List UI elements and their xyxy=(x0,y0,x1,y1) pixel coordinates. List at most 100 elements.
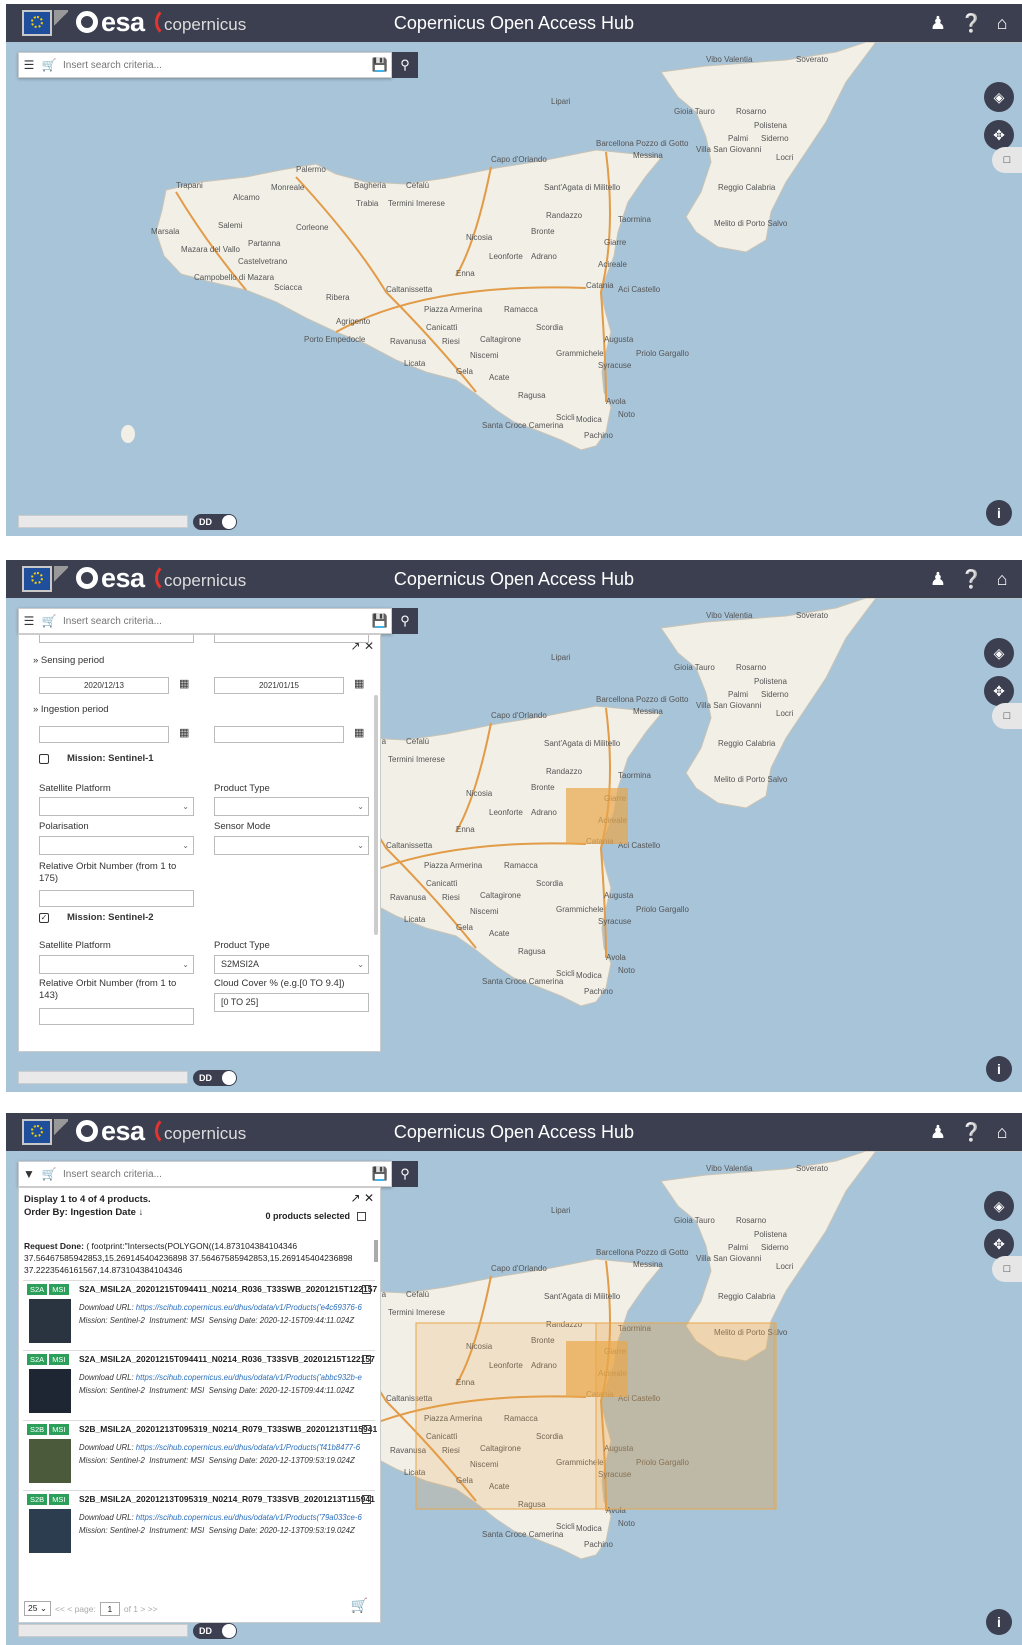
request-scrollbar[interactable] xyxy=(374,1240,378,1262)
help-icon[interactable]: ❔ xyxy=(960,13,982,33)
search-icon: ⚲ xyxy=(400,1166,410,1181)
info-button[interactable]: i xyxy=(986,1609,1012,1635)
result-item[interactable]: S2B MSI S2B_MSIL2A_20201213T095319_N0214_R… xyxy=(23,1490,375,1558)
product-name[interactable]: S2A_MSIL2A_20201215T094411_N0214_R036_T3… xyxy=(79,1354,375,1364)
relative-orbit-s2-field[interactable] xyxy=(39,1008,194,1025)
extent-button[interactable]: □ xyxy=(992,147,1022,173)
page-input[interactable]: 1 xyxy=(99,1601,120,1616)
dd-toggle[interactable]: DD xyxy=(193,1623,237,1639)
calendar-icon[interactable]: ▦ xyxy=(354,726,364,739)
pager-next[interactable]: of 1 > >> xyxy=(124,1604,158,1614)
ingestion-to-field[interactable] xyxy=(214,726,344,743)
dd-toggle[interactable]: DD xyxy=(193,514,237,530)
mission-sentinel2-checkbox[interactable]: ✓ xyxy=(39,913,49,923)
pan-button[interactable]: ✥ xyxy=(984,676,1014,706)
extent-button[interactable]: □ xyxy=(992,703,1022,729)
cart-icon[interactable]: 🛒 xyxy=(39,614,59,628)
search-button[interactable]: ⚲ xyxy=(392,52,418,78)
map-view[interactable]: Vibo Valentia Soverato Lipari Gioia Tauro Ro… xyxy=(6,42,1022,536)
pan-button[interactable]: ✥ xyxy=(984,1229,1014,1259)
search-button[interactable]: ⚲ xyxy=(392,1161,418,1187)
product-thumbnail[interactable] xyxy=(29,1369,71,1413)
calendar-icon[interactable]: ▦ xyxy=(354,677,364,690)
extent-button[interactable]: □ xyxy=(992,1256,1022,1282)
area-of-interest[interactable] xyxy=(566,788,628,844)
product-thumbnail[interactable] xyxy=(29,1439,71,1483)
layers-button[interactable]: ◈ xyxy=(984,1191,1014,1221)
map-place-label: Enna xyxy=(456,825,475,834)
select-all-checkbox[interactable] xyxy=(357,1212,366,1221)
download-url-link[interactable]: https://scihub.copernicus.eu/dhus/odata/… xyxy=(136,1303,362,1312)
info-button[interactable]: i xyxy=(986,500,1012,526)
map-place-label: Reggio Calabria xyxy=(718,739,776,748)
sensor-mode-select[interactable]: ⌄ xyxy=(214,836,369,855)
map-place-label: Licata xyxy=(404,359,426,368)
map-place-label: Termini Imerese xyxy=(388,199,445,208)
user-icon[interactable]: ♟ xyxy=(928,1122,948,1142)
help-icon[interactable]: ❔ xyxy=(960,569,982,589)
polarisation-select[interactable]: ⌄ xyxy=(39,836,194,855)
area-of-interest[interactable] xyxy=(566,1341,628,1397)
sensing-from-field[interactable]: 2020/12/13 xyxy=(39,677,169,694)
cloud-cover-field[interactable]: [0 TO 25] xyxy=(214,993,369,1012)
result-item[interactable]: S2A MSI S2A_MSIL2A_20201215T094411_N0214_R… xyxy=(23,1350,375,1418)
pager-prev[interactable]: << < page: xyxy=(55,1604,96,1614)
panel-scrollbar[interactable] xyxy=(374,695,378,935)
search-button[interactable]: ⚲ xyxy=(392,608,418,634)
calendar-icon[interactable]: ▦ xyxy=(179,726,189,739)
cart-icon[interactable]: 🛒 xyxy=(39,58,59,72)
product-type-select[interactable]: S2MSI2A ⌄ xyxy=(214,955,369,974)
menu-icon[interactable]: ☰ xyxy=(19,58,39,72)
result-item[interactable]: S2A MSI S2A_MSIL2A_20201215T094411_N0214_R… xyxy=(23,1280,377,1348)
filter-icon[interactable]: ▼ xyxy=(19,1167,39,1181)
user-icon[interactable]: ♟ xyxy=(928,13,948,33)
search-input[interactable] xyxy=(59,609,369,633)
product-name[interactable]: S2A_MSIL2A_20201215T094411_N0214_R036_T3… xyxy=(79,1284,377,1294)
sort-down-icon[interactable]: ↓ xyxy=(139,1207,144,1218)
product-name[interactable]: S2B_MSIL2A_20201213T095319_N0214_R079_T3… xyxy=(79,1494,375,1504)
satellite-platform-select[interactable]: ⌄ xyxy=(39,797,194,816)
search-input[interactable] xyxy=(59,53,369,77)
relative-orbit-s1-field[interactable] xyxy=(39,890,194,907)
sensing-to-field[interactable]: 2021/01/15 xyxy=(214,677,344,694)
satellite-platform-select[interactable]: ⌄ xyxy=(39,955,194,974)
product-type-select[interactable]: ⌄ xyxy=(214,797,369,816)
map-canvas[interactable]: Vibo Valentia Soverato Lipari Gioia Tauro Ro… xyxy=(6,42,1022,536)
map-place-label: Siderno xyxy=(761,690,789,699)
item-checkbox[interactable] xyxy=(362,1285,371,1294)
expand-icon[interactable]: ↗ xyxy=(351,1191,361,1205)
product-thumbnail[interactable] xyxy=(29,1509,71,1553)
download-url-link[interactable]: https://scihub.copernicus.eu/dhus/odata/… xyxy=(136,1513,362,1522)
item-checkbox[interactable] xyxy=(362,1495,371,1504)
cart-icon[interactable]: 🛒 xyxy=(39,1167,59,1181)
ingestion-from-field[interactable] xyxy=(39,726,169,743)
close-icon[interactable]: ✕ xyxy=(364,1191,374,1205)
save-icon[interactable]: 💾 xyxy=(369,57,391,73)
chevron-down-icon: ⌄ xyxy=(182,960,189,969)
download-url-link[interactable]: https://scihub.copernicus.eu/dhus/odata/… xyxy=(136,1373,362,1382)
item-checkbox[interactable] xyxy=(362,1425,371,1434)
item-checkbox[interactable] xyxy=(362,1355,371,1364)
info-button[interactable]: i xyxy=(986,1056,1012,1082)
mission-sentinel1-checkbox[interactable] xyxy=(39,754,49,764)
pan-button[interactable]: ✥ xyxy=(984,120,1014,150)
search-input[interactable] xyxy=(59,1162,369,1186)
download-url-link[interactable]: https://scihub.copernicus.eu/dhus/odata/… xyxy=(136,1443,360,1452)
layers-button[interactable]: ◈ xyxy=(984,638,1014,668)
user-icon[interactable]: ♟ xyxy=(928,569,948,589)
product-name[interactable]: S2B_MSIL2A_20201213T095319_N0214_R079_T3… xyxy=(79,1424,377,1434)
result-item[interactable]: S2B MSI S2B_MSIL2A_20201213T095319_N0214_R… xyxy=(23,1420,377,1488)
save-icon[interactable]: 💾 xyxy=(369,1166,391,1182)
help-icon[interactable]: ❔ xyxy=(960,1122,982,1142)
dd-toggle[interactable]: DD xyxy=(193,1070,237,1086)
page-size-select[interactable]: 25 ⌄ xyxy=(24,1601,51,1616)
menu-icon[interactable]: ☰ xyxy=(19,614,39,628)
product-thumbnail[interactable] xyxy=(29,1299,71,1343)
home-icon[interactable]: ⌂ xyxy=(992,1122,1012,1142)
layers-button[interactable]: ◈ xyxy=(984,82,1014,112)
home-icon[interactable]: ⌂ xyxy=(992,569,1012,589)
home-icon[interactable]: ⌂ xyxy=(992,13,1012,33)
calendar-icon[interactable]: ▦ xyxy=(179,677,189,690)
save-icon[interactable]: 💾 xyxy=(369,613,391,629)
add-to-cart-icon[interactable]: 🛒 xyxy=(351,1597,368,1614)
